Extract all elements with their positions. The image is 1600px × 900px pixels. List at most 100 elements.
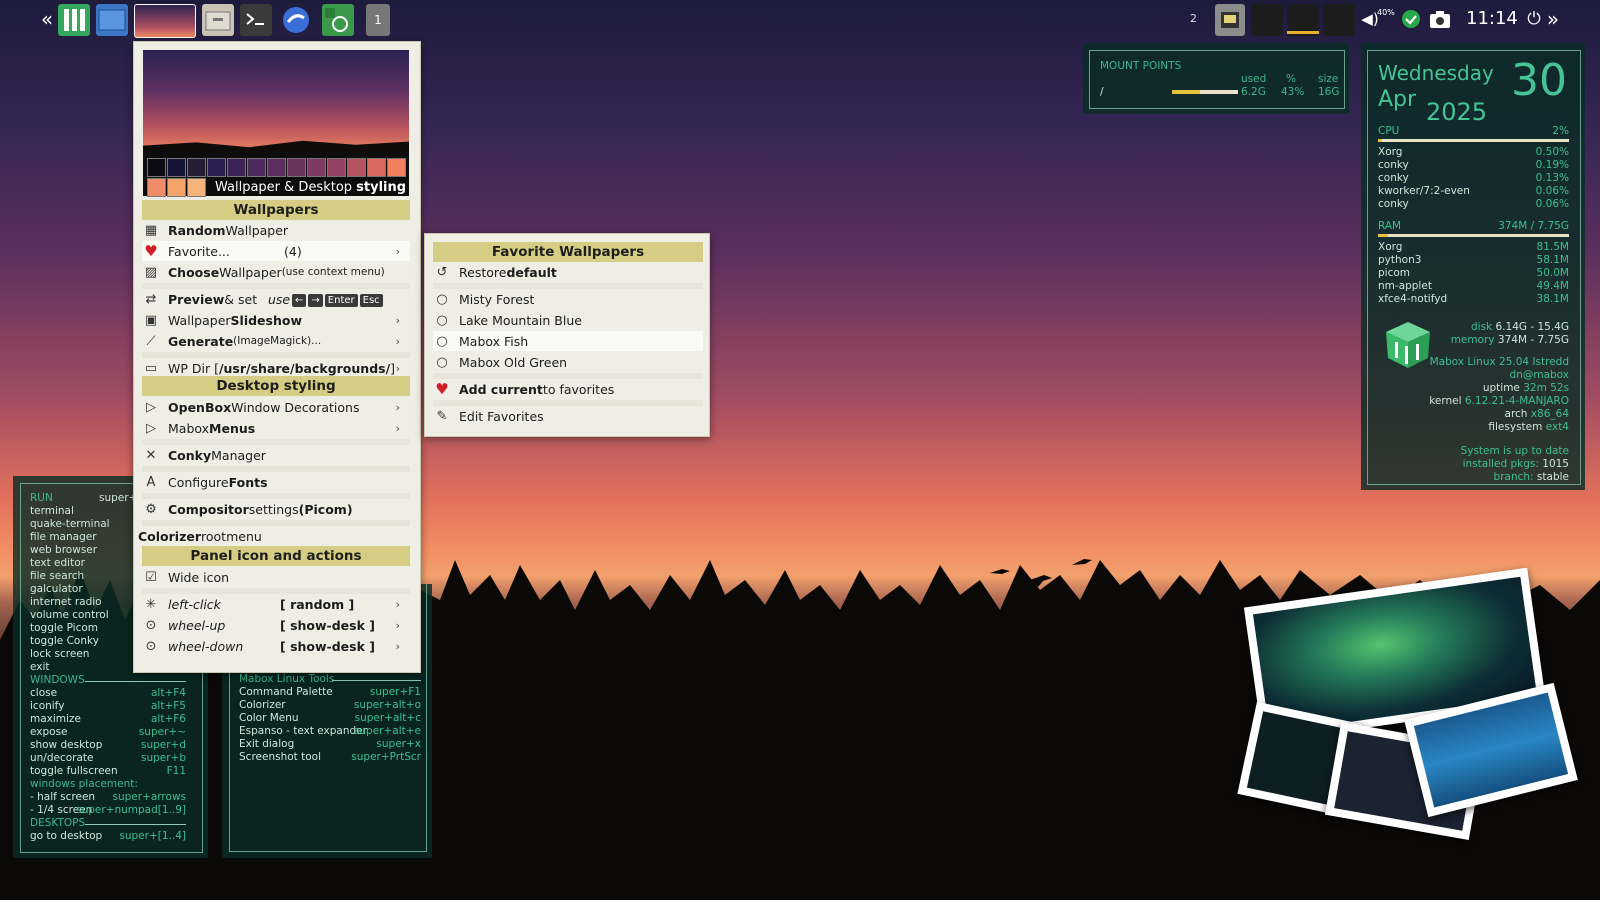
restore-default-item[interactable]: ↺ Restore default xyxy=(433,262,703,282)
terminal-icon[interactable] xyxy=(240,4,272,36)
shortcut-name: text editor xyxy=(30,557,85,569)
palette-swatch[interactable] xyxy=(187,178,206,197)
wallpaper-thumbnail-button[interactable] xyxy=(134,4,196,38)
choose-wallpaper-item[interactable]: ▨ Choose Wallpaper (use context menu) xyxy=(142,262,410,282)
random-wallpaper-item[interactable]: ▦ Random Wallpaper xyxy=(142,220,410,240)
preview-set-item[interactable]: ⇄ Preview & set use ← → Enter Esc xyxy=(142,289,410,309)
mount-points-conky: MOUNT POINTS used % size / 6.2G 43% 16G xyxy=(1083,43,1349,114)
clock[interactable]: 11:14 xyxy=(1466,8,1518,29)
panel-action-item[interactable]: ⊙ wheel-down [ show-desk ] › xyxy=(142,636,410,656)
wp-dir-item[interactable]: ▭ WP Dir [ /usr/share/backgrounds/ ] › xyxy=(142,358,410,378)
kernel-row: kernel 6.12.21-4-MANJARO xyxy=(1401,395,1569,407)
palette-swatch[interactable] xyxy=(267,158,286,177)
chevron-right-icon: › xyxy=(395,361,400,375)
action-value: [ random ] xyxy=(280,596,355,612)
mabox-menus-item[interactable]: ▷ Mabox Menus › xyxy=(142,418,410,438)
favorite-wallpaper-item[interactable]: ○ Mabox Old Green xyxy=(433,352,703,372)
panel-action-item[interactable]: ✳ left-click [ random ] › xyxy=(142,594,410,614)
arch-row: arch x86_64 xyxy=(1421,408,1569,420)
camera-icon xyxy=(1430,11,1450,28)
palette-swatch[interactable] xyxy=(387,158,406,177)
palette-swatch[interactable] xyxy=(367,158,386,177)
uptime-value: 32m 52s xyxy=(1523,382,1569,394)
add-current-item[interactable]: ♥ Add current to favorites xyxy=(433,379,703,399)
network-icon[interactable] xyxy=(1215,4,1245,36)
colorizer-rootmenu-item[interactable]: Colorizer rootmenu xyxy=(138,526,406,546)
shortcut-key: F11 xyxy=(166,765,186,777)
palette-swatch[interactable] xyxy=(147,158,166,177)
palette-swatch[interactable] xyxy=(347,158,366,177)
palette-swatch[interactable] xyxy=(287,158,306,177)
wide-icon-item[interactable]: ☑ Wide icon xyxy=(142,567,410,587)
edit-favorites-item[interactable]: ✎ Edit Favorites xyxy=(433,406,703,426)
palette-swatch[interactable] xyxy=(187,158,206,177)
action-label: left-click xyxy=(168,596,221,612)
mabox-menu-icon[interactable] xyxy=(58,4,90,36)
run-title: RUN xyxy=(30,492,53,504)
checkbox-checked-icon: ☑ xyxy=(145,569,157,585)
grid-icon: ▦ xyxy=(144,222,158,238)
preview-rest: & set xyxy=(224,291,258,307)
palette-swatch[interactable] xyxy=(247,158,266,177)
image-icon: ▨ xyxy=(144,264,158,280)
filesystem-row: filesystem ext4 xyxy=(1421,421,1569,433)
palette-swatch[interactable] xyxy=(167,158,186,177)
memory-label: memory xyxy=(1450,334,1495,346)
radio-empty-icon: ○ xyxy=(436,333,448,349)
section-rule xyxy=(85,824,186,825)
process-name: conky xyxy=(1378,198,1409,210)
font-icon: A xyxy=(146,474,156,490)
sysinfo-conky: Wednesday 30 Apr 2025 CPU 2% Xorg 0.50% co… xyxy=(1361,43,1585,490)
palette-swatch[interactable] xyxy=(227,158,246,177)
gear-icon: ⚙ xyxy=(145,501,157,517)
settings-manager-icon[interactable] xyxy=(322,4,354,36)
disk-row: disk 6.14G - 15.4G xyxy=(1441,321,1569,333)
windows-title: WINDOWS xyxy=(30,674,85,686)
wpdir-pre: WP Dir [ xyxy=(168,360,219,376)
panel-action-item[interactable]: ⊙ wheel-up [ show-desk ] › xyxy=(142,615,410,635)
palette-swatch[interactable] xyxy=(147,178,166,197)
fonts-bold: Fonts xyxy=(228,474,268,490)
compositor-settings-item[interactable]: ⚙ Compositor settings (Picom) xyxy=(142,499,410,519)
panel-collapse-button[interactable]: « xyxy=(40,4,54,34)
volume-percent: 40% xyxy=(1377,8,1395,17)
generate-item[interactable]: ⟋ Generate (ImageMagick)... › xyxy=(142,331,410,351)
palette-swatch[interactable] xyxy=(327,158,346,177)
slideshow-item[interactable]: ▣ Wallpaper Slideshow › xyxy=(142,310,410,330)
favorite-wallpaper-item[interactable]: ○ Mabox Fish xyxy=(433,331,703,351)
conky-manager-item[interactable]: ✕ Conky Manager xyxy=(142,445,410,465)
update-check-icon[interactable] xyxy=(1400,4,1422,34)
favorite-wallpaper-item[interactable]: ○ Lake Mountain Blue xyxy=(433,310,703,330)
cpu-label: CPU xyxy=(1378,125,1400,137)
show-desktop-icon[interactable] xyxy=(96,4,128,36)
power-icon[interactable]: ⏻ xyxy=(1524,4,1544,34)
browser-icon[interactable] xyxy=(280,4,312,36)
pager-desktop-1[interactable]: 1 xyxy=(366,4,390,36)
disk-value: 6.14G - 15.4G xyxy=(1495,321,1570,333)
favorite-wallpaper-label: Mabox Fish xyxy=(459,333,529,349)
chevron-right-icon: › xyxy=(395,597,400,611)
choose-small: (use context menu) xyxy=(281,266,385,278)
compositor-rest: settings xyxy=(248,501,299,517)
openbox-decorations-item[interactable]: ▷ OpenBox Window Decorations › xyxy=(142,397,410,417)
palette-swatch[interactable] xyxy=(207,158,226,177)
process-value: 81.5M xyxy=(1536,241,1569,253)
panel-expand-button[interactable]: » xyxy=(1546,4,1560,34)
shield-check-icon xyxy=(1402,10,1420,28)
mount-points-title: MOUNT POINTS xyxy=(1100,60,1182,72)
favorite-wallpaper-item[interactable]: ○ Misty Forest xyxy=(433,289,703,309)
configure-fonts-item[interactable]: A Configure Fonts xyxy=(142,472,410,492)
mouse-wheel-icon: ⊙ xyxy=(145,638,157,654)
preview-caption: Wallpaper & Desktop styling xyxy=(215,180,406,195)
palette-swatch[interactable] xyxy=(307,158,326,177)
mouse-click-icon: ✳ xyxy=(145,596,157,612)
file-manager-icon[interactable] xyxy=(202,4,234,36)
palette-swatch[interactable] xyxy=(167,178,186,197)
shortcut-key: super+b xyxy=(140,752,186,764)
favorite-item[interactable]: ♥ Favorite... (4) › xyxy=(142,241,410,261)
screenshot-icon[interactable] xyxy=(1428,4,1452,34)
radio-empty-icon: ○ xyxy=(436,312,448,328)
menus-pre: Mabox xyxy=(168,420,210,436)
compositor-bold: Compositor xyxy=(168,501,249,517)
year: 2025 xyxy=(1426,98,1488,126)
